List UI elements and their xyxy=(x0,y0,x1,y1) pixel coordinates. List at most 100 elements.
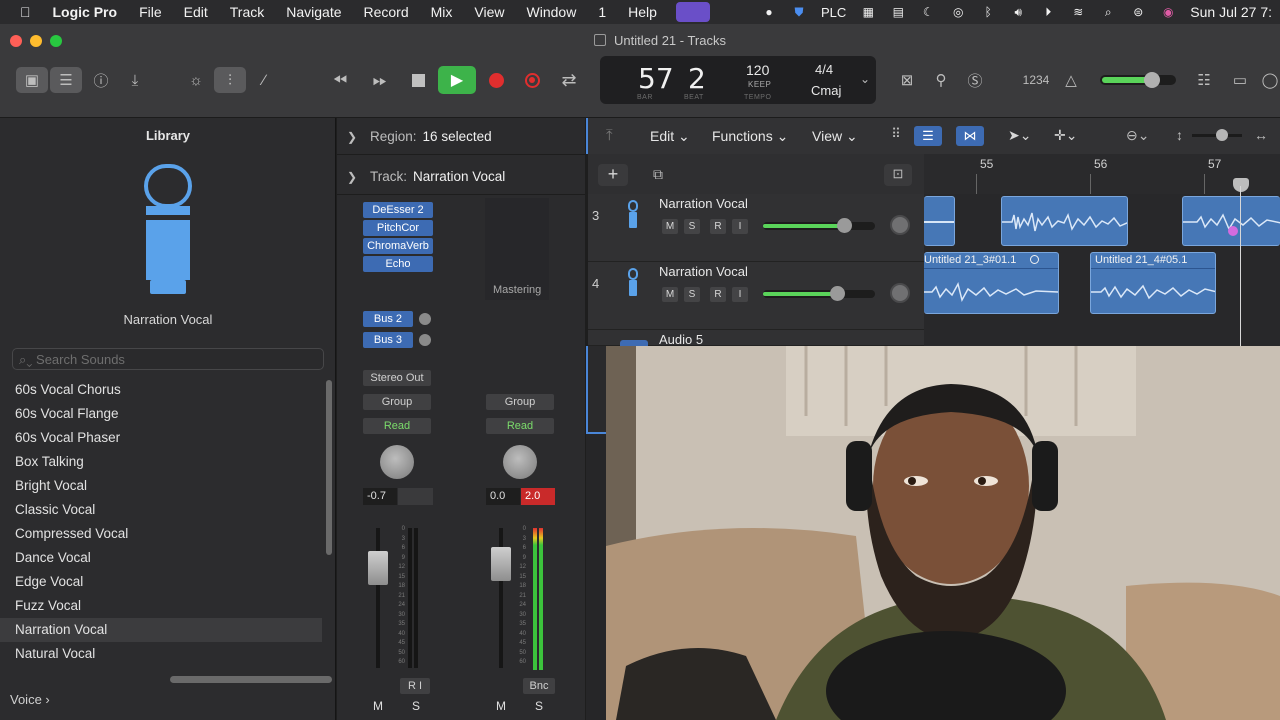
library-footer-breadcrumb[interactable]: Voice › xyxy=(10,692,50,707)
pan-knob-1[interactable] xyxy=(380,445,414,479)
grid-view-icon[interactable]: ⠿ xyxy=(884,126,908,146)
duplicate-track-icon[interactable]: ⧉ xyxy=(644,164,672,186)
loop-browser-icon[interactable]: ◯ xyxy=(1260,67,1280,93)
volume-fader-1[interactable] xyxy=(368,551,388,585)
track-solo-button[interactable]: S xyxy=(684,287,700,302)
send-level-knob[interactable] xyxy=(419,334,431,346)
volume-readout-2[interactable]: 0.0 xyxy=(486,488,520,505)
list-item[interactable]: Fuzz Vocal xyxy=(0,594,322,618)
group-slot-1[interactable]: Group xyxy=(363,394,431,410)
download-icon[interactable]: ⤓ xyxy=(122,67,148,93)
edit-menu[interactable]: Edit ⌄ xyxy=(650,128,690,145)
list-item[interactable]: Edge Vocal xyxy=(0,570,322,594)
list-item[interactable]: Classic Vocal xyxy=(0,498,322,522)
moon-icon[interactable]: ☾ xyxy=(920,5,936,19)
close-window-button[interactable] xyxy=(10,35,22,47)
wifi-icon[interactable]: ≋ xyxy=(1070,5,1086,19)
list-item-selected[interactable]: Narration Vocal xyxy=(0,618,322,642)
list-item[interactable]: Bright Vocal xyxy=(0,474,322,498)
note-pad-icon[interactable]: ▭ xyxy=(1228,67,1252,93)
audio-region[interactable]: Untitled 21_4#05.1 xyxy=(1090,252,1216,314)
track-record-button[interactable]: R xyxy=(710,287,726,302)
automation-mode-1[interactable]: Read xyxy=(363,418,431,434)
menu-screen-number[interactable]: 1 xyxy=(587,4,617,20)
menu-record[interactable]: Record xyxy=(353,4,420,20)
library-search-input[interactable]: ⌕⌄ Search Sounds xyxy=(12,348,324,370)
list-item[interactable]: Dance Vocal xyxy=(0,546,322,570)
master-volume-slider[interactable] xyxy=(1100,72,1176,88)
zoom-slider[interactable] xyxy=(1192,129,1242,141)
automation-icon[interactable]: ⊖⌄ xyxy=(1126,127,1149,144)
solo-icon[interactable]: Ⓢ xyxy=(964,67,986,93)
quick-help-icon[interactable]: ⓘ xyxy=(90,67,112,93)
plc-label[interactable]: PLC xyxy=(821,5,846,20)
list-item[interactable]: 60s Vocal Phaser xyxy=(0,426,322,450)
apple-icon[interactable]:  xyxy=(0,4,42,20)
solo-button-2[interactable]: S xyxy=(535,699,543,713)
track-input-monitor-button[interactable]: I xyxy=(732,219,748,234)
menu-datetime[interactable]: Sun Jul 27 7: xyxy=(1190,4,1272,20)
library-horizontal-scrollbar[interactable] xyxy=(170,676,332,683)
track-name[interactable]: Audio 5 xyxy=(659,332,703,347)
send-bus-2[interactable]: Bus 2 xyxy=(363,311,413,327)
cycle-button[interactable]: ⇄ xyxy=(556,67,582,93)
automation-mode-2[interactable]: Read xyxy=(486,418,554,434)
library-scrollbar[interactable] xyxy=(326,380,332,555)
menu-mix[interactable]: Mix xyxy=(420,4,464,20)
pointer-tool-icon[interactable]: ➤⌄ xyxy=(1008,127,1031,144)
add-track-button[interactable]: + xyxy=(598,164,628,186)
track-solo-button[interactable]: S xyxy=(684,219,700,234)
track-volume-slider[interactable] xyxy=(763,286,875,301)
track-inspector-header[interactable]: ❯ Track: Narration Vocal xyxy=(337,159,585,195)
smart-controls-icon[interactable]: ☼ xyxy=(184,67,208,93)
menu-file[interactable]: File xyxy=(128,4,173,20)
track-pan-knob[interactable] xyxy=(890,283,910,303)
menu-navigate[interactable]: Navigate xyxy=(275,4,352,20)
send-level-knob[interactable] xyxy=(419,313,431,325)
play-button[interactable]: ▶ xyxy=(438,66,476,94)
bluetooth-icon[interactable]: ᛒ xyxy=(980,5,996,19)
region-inspector-header[interactable]: ❯ Region: 16 selected xyxy=(337,119,585,155)
up-arrow-icon[interactable]: ⤒ xyxy=(606,127,613,144)
stop-button[interactable] xyxy=(406,67,430,93)
list-item[interactable]: 60s Vocal Chorus xyxy=(0,378,322,402)
global-tracks-icon[interactable]: ⊡ xyxy=(884,164,912,186)
list-item[interactable]: Box Talking xyxy=(0,450,322,474)
plugin-chromaverb[interactable]: ChromaVerb xyxy=(363,238,433,254)
vertical-zoom-icon[interactable]: ↕ xyxy=(1176,127,1183,143)
list-item[interactable]: Compressed Vocal xyxy=(0,522,322,546)
mixer-toggle-button[interactable]: ⫶ xyxy=(214,67,246,93)
track-name[interactable]: Narration Vocal xyxy=(659,196,748,211)
list-editors-icon[interactable]: ☷ xyxy=(1192,67,1216,93)
rewind-button[interactable]: ⏪︎ xyxy=(326,67,354,93)
siri-icon[interactable]: ◉ xyxy=(1160,5,1176,19)
track-pan-knob[interactable] xyxy=(890,215,910,235)
solo-button-1[interactable]: S xyxy=(412,699,420,713)
play-circle-icon[interactable]: ⏵ xyxy=(1040,5,1056,19)
output-slot[interactable]: Stereo Out xyxy=(363,370,431,386)
volume-readout-1[interactable]: -0.7 xyxy=(363,488,397,505)
zoom-window-button[interactable] xyxy=(50,35,62,47)
screen-record-icon[interactable] xyxy=(676,2,710,22)
list-item[interactable]: Natural Vocal xyxy=(0,642,322,666)
count-in-button[interactable]: 1234 xyxy=(1020,67,1052,93)
library-toggle-button[interactable]: ▣ xyxy=(16,67,48,93)
plugin-echo[interactable]: Echo xyxy=(363,256,433,272)
menu-view[interactable]: View xyxy=(463,4,515,20)
list-item[interactable]: 60s Vocal Flange xyxy=(0,402,322,426)
plugin-pitchcor[interactable]: PitchCor xyxy=(363,220,433,236)
audio-region[interactable] xyxy=(1001,196,1128,246)
track-name[interactable]: Narration Vocal xyxy=(659,264,748,279)
editors-icon[interactable]: ∕ xyxy=(252,67,276,93)
volume-icon[interactable]: 🔊︎ xyxy=(1010,5,1026,19)
track-record-button[interactable]: R xyxy=(710,219,726,234)
menu-edit[interactable]: Edit xyxy=(173,4,219,20)
menu-window[interactable]: Window xyxy=(516,4,588,20)
menu-app-name[interactable]: Logic Pro xyxy=(42,4,129,20)
list-view-icon[interactable]: ☰ xyxy=(914,126,942,146)
secondary-tool-icon[interactable]: ✛⌄ xyxy=(1054,127,1077,144)
peak-readout-2[interactable]: 2.0 xyxy=(521,488,555,505)
metronome-icon[interactable]: △ xyxy=(1060,67,1082,93)
menu-help[interactable]: Help xyxy=(617,4,668,20)
audio-region[interactable] xyxy=(1182,196,1280,246)
